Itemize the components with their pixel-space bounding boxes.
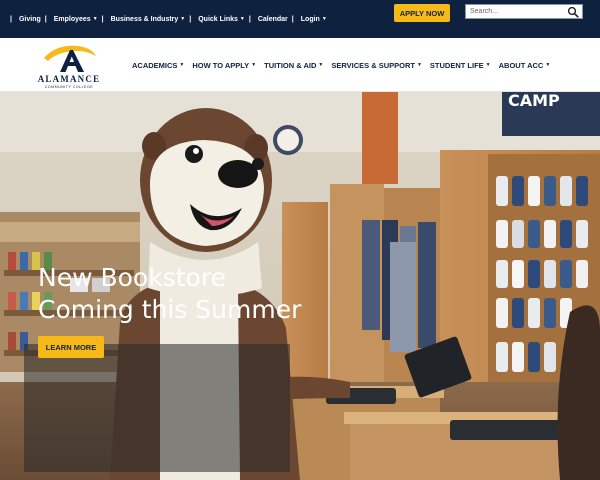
search-input[interactable]	[466, 5, 567, 18]
nav-item-about-acc[interactable]: ABOUT ACC ▼	[495, 61, 555, 70]
learn-more-button[interactable]: LEARN MORE	[38, 336, 104, 358]
nav-item-label: STUDENT LIFE	[429, 60, 484, 70]
logo-wordmark: ALAMANCE	[38, 74, 101, 84]
caret-down-icon: ▼	[321, 16, 327, 22]
main-navigation: ALAMANCE COMMUNITY COLLEGE ACADEMICS ▼ HO…	[0, 38, 600, 92]
nav-item-label: SERVICES & SUPPORT	[331, 60, 415, 70]
nav-item-label: HOW TO APPLY	[192, 60, 250, 70]
nav-item-student-life[interactable]: STUDENT LIFE ▼	[426, 61, 495, 70]
utility-link-label: Login	[300, 15, 320, 23]
search-box	[465, 4, 583, 19]
store-sign-text: CAMP	[508, 92, 560, 110]
logo-tagline: COMMUNITY COLLEGE	[45, 85, 94, 89]
logo-emblem-icon: ALAMANCE COMMUNITY COLLEGE	[38, 45, 101, 89]
caret-down-icon: ▼	[180, 16, 186, 22]
hero-title-line-2: Coming this Summer	[38, 295, 302, 324]
utility-link-employees[interactable]: Employees ▼	[50, 16, 102, 23]
hero-caption-panel	[24, 344, 290, 472]
utility-link-login[interactable]: Login ▼	[297, 16, 331, 23]
utility-link-quick-links[interactable]: Quick Links ▼	[194, 16, 249, 23]
nav-item-label: TUITION & AID	[264, 60, 317, 70]
main-nav-items: ACADEMICS ▼ HOW TO APPLY ▼ TUITION & AID ▼ …	[128, 38, 554, 92]
caret-down-icon: ▼	[239, 16, 245, 22]
apply-now-button[interactable]: APPLY NOW	[394, 4, 450, 22]
utility-link-business[interactable]: Business & Industry ▼	[107, 16, 190, 23]
utility-link-giving[interactable]: Giving	[15, 16, 45, 23]
nav-item-tuition-aid[interactable]: TUITION & AID ▼	[260, 61, 327, 70]
nav-item-label: ABOUT ACC	[498, 60, 544, 70]
caret-down-icon: ▼	[416, 62, 422, 68]
caret-down-icon: ▼	[485, 62, 491, 68]
caret-down-icon: ▼	[251, 62, 257, 68]
hero-title-line-1: New Bookstore	[38, 263, 226, 292]
utility-link-label: Giving	[18, 15, 41, 23]
hero-title: New Bookstore Coming this Summer	[38, 262, 301, 326]
utility-link-label: Business & Industry	[110, 15, 179, 23]
college-logo[interactable]: ALAMANCE COMMUNITY COLLEGE	[26, 42, 112, 90]
caret-down-icon: ▼	[92, 16, 98, 22]
utility-bar: | Giving | Employees ▼ | Business & Indus…	[0, 0, 600, 38]
caret-down-icon: ▼	[545, 62, 551, 68]
caret-down-icon: ▼	[179, 62, 185, 68]
nav-item-academics[interactable]: ACADEMICS ▼	[128, 61, 188, 70]
utility-links: | Giving | Employees ▼ | Business & Indus…	[0, 0, 331, 38]
utility-link-calendar[interactable]: Calendar	[254, 16, 292, 23]
nav-item-label: ACADEMICS	[132, 60, 178, 70]
utility-link-label: Calendar	[257, 15, 288, 23]
nav-item-how-to-apply[interactable]: HOW TO APPLY ▼	[188, 61, 260, 70]
search-icon[interactable]	[567, 6, 579, 18]
utility-link-label: Quick Links	[198, 15, 238, 23]
utility-link-label: Employees	[53, 15, 91, 23]
nav-item-services-support[interactable]: SERVICES & SUPPORT ▼	[327, 61, 426, 70]
caret-down-icon: ▼	[318, 62, 324, 68]
